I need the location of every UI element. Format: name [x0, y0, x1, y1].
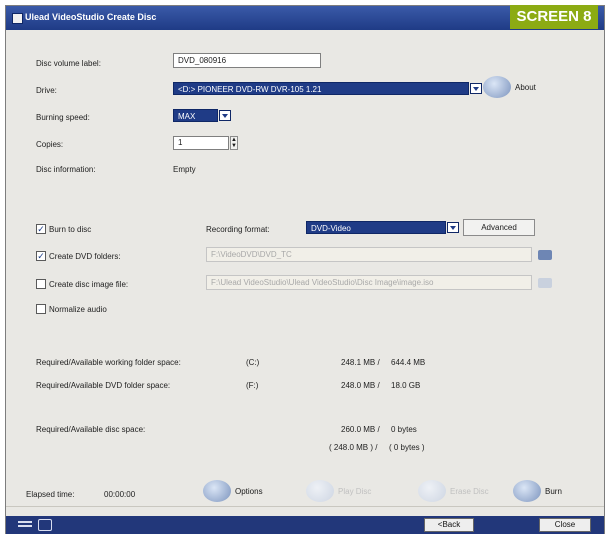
burn-to-disc-label: Burn to disc — [49, 225, 92, 234]
disc-space-label: Required/Available disc space: — [36, 425, 146, 434]
disc-info-label: Disc information: — [36, 165, 96, 174]
working-folder-space-label: Required/Available working folder space: — [36, 358, 181, 367]
recording-format-label: Recording format: — [206, 225, 270, 234]
volume-label-input[interactable]: DVD_080916 — [173, 53, 321, 68]
options-label: Options — [235, 486, 263, 496]
chevron-down-icon[interactable] — [447, 222, 459, 233]
dvd-folder-space-label: Required/Available DVD folder space: — [36, 381, 171, 390]
create-disc-image-checkbox[interactable] — [36, 279, 46, 289]
screen-badge: SCREEN 8 — [510, 5, 598, 29]
chevron-down-icon[interactable] — [219, 110, 231, 121]
create-dvd-folders-checkbox[interactable]: ✓ — [36, 251, 46, 261]
burn-icon — [513, 480, 541, 502]
drive-select[interactable]: <D:> PIONEER DVD-RW DVR-105 1.21 — [173, 82, 469, 95]
window-title: Ulead VideoStudio Create Disc — [25, 12, 157, 22]
dvd-folder-path[interactable]: F:\VideoDVD\DVD_TC — [206, 247, 532, 262]
dvd-folder-required: 248.0 MB / — [341, 381, 380, 390]
erase-disc-icon — [418, 480, 446, 502]
close-button[interactable]: Close — [539, 518, 591, 532]
normalize-audio-checkbox[interactable] — [36, 304, 46, 314]
options-icon — [203, 480, 231, 502]
recording-format-select[interactable]: DVD-Video — [306, 221, 446, 234]
copies-stepper[interactable]: ▲ ▼ — [230, 136, 238, 150]
normalize-audio-label: Normalize audio — [49, 305, 107, 314]
disc-space-required: 260.0 MB / — [341, 425, 380, 434]
burn-label: Burn — [545, 486, 562, 496]
menu-icon[interactable] — [18, 521, 32, 523]
folder-icon[interactable] — [538, 278, 552, 288]
erase-disc-label: Erase Disc — [450, 486, 489, 496]
working-folder-required: 248.1 MB / — [341, 358, 380, 367]
burn-to-disc-checkbox[interactable]: ✓ — [36, 224, 46, 234]
dvd-folder-drive: (F:) — [246, 381, 259, 390]
copies-label: Copies: — [36, 140, 64, 149]
disc-image-path[interactable]: F:\Ulead VideoStudio\Ulead VideoStudio\D… — [206, 275, 532, 290]
copies-input[interactable]: 1 — [173, 136, 229, 150]
burning-speed-label: Burning speed: — [36, 113, 90, 122]
play-disc-button[interactable]: Play Disc — [306, 480, 371, 502]
folder-icon[interactable] — [538, 250, 552, 260]
chevron-down-icon[interactable] — [470, 83, 482, 94]
device-icon[interactable] — [38, 519, 52, 531]
working-folder-available: 644.4 MB — [391, 358, 426, 367]
drive-info-icon — [483, 76, 511, 98]
back-button[interactable]: <Back — [424, 518, 474, 532]
about-button[interactable]: About — [483, 76, 536, 98]
erase-disc-button[interactable]: Erase Disc — [418, 480, 489, 502]
burn-button[interactable]: Burn — [513, 480, 562, 502]
burning-speed-select[interactable]: MAX — [173, 109, 218, 122]
bottom-bar: <Back Close — [6, 516, 604, 534]
create-dvd-folders-label: Create DVD folders: — [49, 252, 121, 261]
play-disc-label: Play Disc — [338, 486, 372, 496]
drive-label: Drive: — [36, 86, 57, 95]
dvd-folder-available: 18.0 GB — [391, 381, 421, 390]
create-disc-image-label: Create disc image file: — [49, 280, 129, 289]
disc-space-available: 0 bytes — [391, 425, 417, 434]
elapsed-time-value: 00:00:00 — [104, 490, 136, 499]
divider — [6, 506, 604, 507]
create-disc-window: Ulead VideoStudio Create Disc Disc volum… — [5, 5, 605, 534]
about-label: About — [515, 82, 536, 92]
elapsed-time-label: Elapsed time: — [26, 490, 75, 499]
volume-label-label: Disc volume label: — [36, 59, 101, 68]
disc-space-available-secondary: ( 0 bytes ) — [389, 443, 425, 452]
disc-space-required-secondary: ( 248.0 MB ) / — [329, 443, 378, 452]
working-folder-drive: (C:) — [246, 358, 260, 367]
app-icon — [12, 13, 23, 24]
advanced-button[interactable]: Advanced — [463, 219, 535, 236]
options-button[interactable]: Options — [203, 480, 263, 502]
play-disc-icon — [306, 480, 334, 502]
disc-info-value: Empty — [173, 165, 196, 174]
